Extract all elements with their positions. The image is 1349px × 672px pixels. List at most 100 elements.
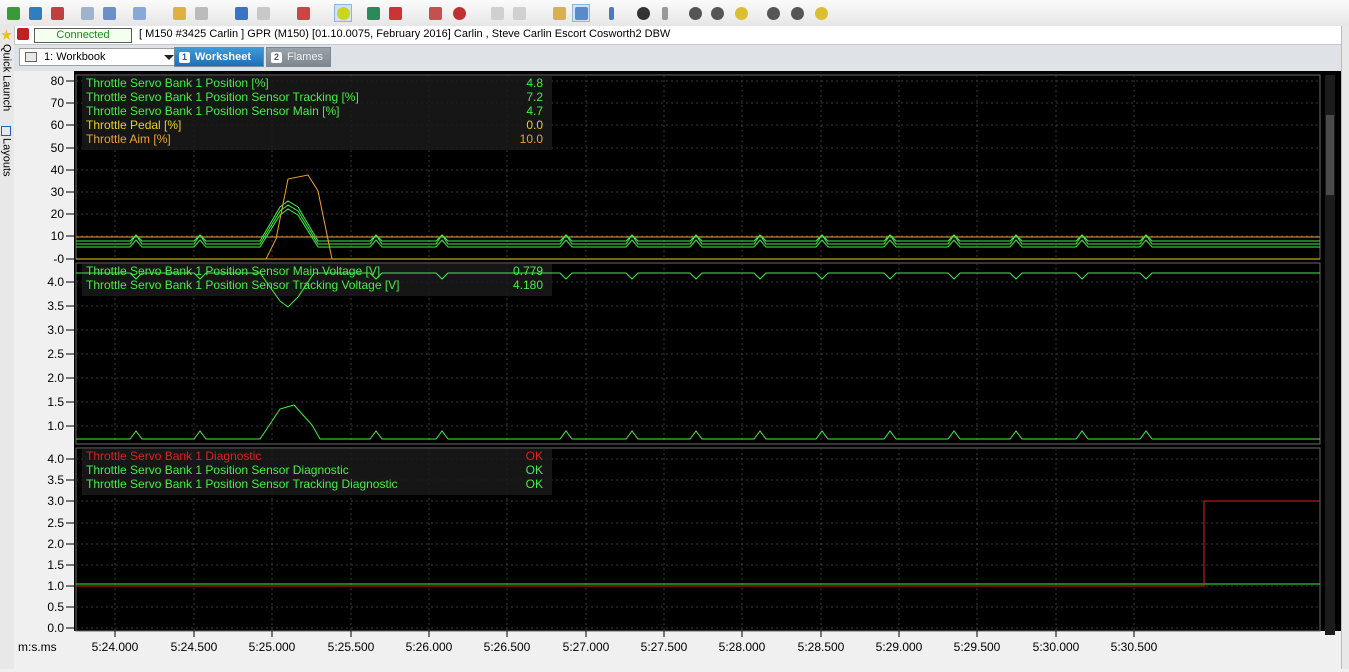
time-plot-area[interactable]: 80 70 60 50 40 30 20 10 -0 Throttle Servo Bank 1 …	[14, 71, 1341, 669]
y-tick-label: 40	[51, 163, 65, 177]
y-tick-label: 10	[51, 229, 65, 243]
x-tick-label: 5:30.000	[1033, 640, 1080, 654]
connection-status-badge: Connected	[34, 28, 132, 43]
legend-series-value: 7.2	[526, 90, 543, 104]
x-tick-label: 5:24.500	[171, 640, 218, 654]
import-icon[interactable]	[510, 4, 528, 22]
legend-series-value: 4.180	[513, 278, 543, 292]
tab-flames[interactable]: 2 Flames	[266, 47, 331, 67]
workbook-icon	[25, 52, 37, 62]
save-as-icon[interactable]	[100, 4, 118, 22]
graph-icon[interactable]	[426, 4, 444, 22]
legend-series-value: OK	[526, 477, 543, 491]
y-tick-label: 1.5	[47, 395, 64, 409]
y-tick-label: 2.0	[47, 371, 64, 385]
x-tick-label: 5:26.500	[484, 640, 531, 654]
y-tick-label: 80	[51, 74, 65, 88]
legend-series-value: OK	[526, 463, 543, 477]
y-tick-label: 1.0	[47, 579, 64, 593]
pause-icon[interactable]	[334, 4, 352, 22]
legend-series-name: Throttle Servo Bank 1 Diagnostic	[86, 449, 261, 463]
y-tick-label: 60	[51, 118, 65, 132]
x-tick-label: 5:24.000	[92, 640, 139, 654]
grid-icon[interactable]	[386, 4, 404, 22]
chart-icon[interactable]	[294, 4, 312, 22]
x-tick-label: 5:26.000	[406, 640, 453, 654]
time-plot-svg[interactable]: 80 70 60 50 40 30 20 10 -0 Throttle Servo Bank 1 …	[14, 71, 1341, 669]
x-tick-label: 5:25.000	[249, 640, 296, 654]
y-tick-label: 20	[51, 207, 65, 221]
x-tick-label: 5:27.500	[641, 640, 688, 654]
layout-icon[interactable]	[572, 4, 590, 22]
send-icon[interactable]	[48, 4, 66, 22]
zoom-in-y-icon[interactable]	[764, 4, 782, 22]
new-connection-icon[interactable]	[4, 4, 22, 22]
scrollbar-thumb[interactable]	[1326, 115, 1334, 195]
legend-series-name: Throttle Aim [%]	[86, 132, 171, 146]
x-tick-label: 5:29.500	[954, 640, 1001, 654]
legend-series-name: Throttle Servo Bank 1 Position Sensor Tr…	[86, 90, 359, 104]
x-tick-label: 5:28.000	[719, 640, 766, 654]
vertical-scrollbar[interactable]	[1325, 75, 1335, 635]
legend-series-name: Throttle Pedal [%]	[86, 118, 181, 132]
layouts-tab[interactable]: Layouts	[0, 138, 13, 198]
go-online-icon[interactable]	[26, 4, 44, 22]
zoom-out-y-icon[interactable]	[788, 4, 806, 22]
legend-series-name: Throttle Servo Bank 1 Position Sensor Tr…	[86, 278, 400, 292]
redo-icon[interactable]	[254, 4, 272, 22]
zoom-fit-y-icon[interactable]	[812, 4, 830, 22]
zoom-icon[interactable]	[634, 4, 652, 22]
y-tick-label: 3.5	[47, 299, 64, 313]
y-tick-label: 1.0	[47, 419, 64, 433]
y-tick-label: 2.0	[47, 537, 64, 551]
x-axis-label: m:s.ms	[18, 640, 57, 654]
x-tick-label: 5:30.500	[1111, 640, 1158, 654]
y-tick-label: 4.0	[47, 275, 64, 289]
workbook-select[interactable]: 1: Workbook	[19, 48, 179, 66]
y-tick-label: 50	[51, 141, 65, 155]
y-tick-label: 3.0	[47, 494, 64, 508]
undo-icon[interactable]	[232, 4, 250, 22]
settings-icon[interactable]	[450, 4, 468, 22]
compare-icon[interactable]	[192, 4, 210, 22]
right-side-panel	[1341, 26, 1349, 669]
worksheet-tabs-bar: 1: Workbook 1 Worksheet 2 Flames	[14, 45, 1341, 72]
legend-series-value: 10.0	[520, 132, 544, 146]
x-tick-label: 5:29.000	[876, 640, 923, 654]
y-tick-label: 0.5	[47, 600, 64, 614]
ecu-icon	[17, 28, 29, 40]
legend-series-value: 4.8	[526, 76, 543, 90]
export-icon[interactable]	[488, 4, 506, 22]
legend-series-name: Throttle Servo Bank 1 Position Sensor Ma…	[86, 264, 380, 278]
quick-launch-tab[interactable]: Quick Launch	[0, 44, 13, 136]
y-tick-label: 1.5	[47, 558, 64, 572]
y-axis-gutter	[14, 71, 74, 669]
edit-icon[interactable]	[170, 4, 188, 22]
y-tick-label: 0.0	[47, 621, 64, 635]
properties-icon[interactable]	[550, 4, 568, 22]
y-tick-label: -0	[53, 252, 64, 266]
tab-number: 1	[179, 51, 190, 63]
zoom-in-x-icon[interactable]	[686, 4, 704, 22]
zoom-out-x-icon[interactable]	[708, 4, 726, 22]
save-icon[interactable]	[78, 4, 96, 22]
workbook-select-label: 1: Workbook	[44, 51, 106, 63]
y-tick-label: 70	[51, 96, 65, 110]
tab-label: Worksheet	[195, 51, 252, 63]
ecu-info-text: [ M150 #3425 Carlin ] GPR (M150) [01.10.…	[139, 28, 671, 40]
y-tick-label: 3.0	[47, 323, 64, 337]
cursor-bars-icon[interactable]	[602, 4, 620, 22]
legend-series-value: 4.7	[526, 104, 543, 118]
legend-series-name: Throttle Servo Bank 1 Position Sensor Tr…	[86, 477, 397, 491]
zoom-bars-icon[interactable]	[656, 4, 674, 22]
tab-worksheet[interactable]: 1 Worksheet	[174, 47, 264, 67]
main-toolbar	[0, 0, 1349, 27]
chevron-down-icon	[164, 55, 174, 60]
copy-icon[interactable]	[130, 4, 148, 22]
tab-number: 2	[271, 51, 282, 63]
favorites-star-icon[interactable]	[1, 29, 12, 40]
channels-icon[interactable]	[364, 4, 382, 22]
zoom-fit-x-icon[interactable]	[732, 4, 750, 22]
y-tick-label: 2.5	[47, 347, 64, 361]
layouts-icon	[1, 126, 11, 136]
